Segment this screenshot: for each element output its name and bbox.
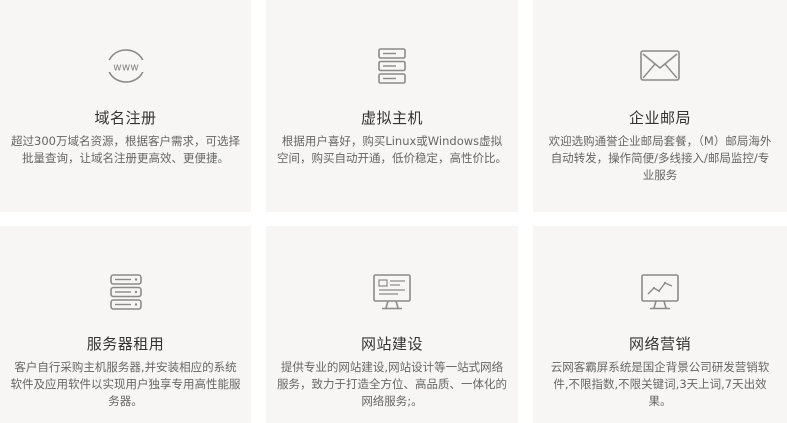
- service-title: 网络营销: [628, 335, 691, 353]
- service-title: 服务器租用: [86, 335, 165, 353]
- website-monitor-icon: [370, 272, 414, 312]
- service-card-website-building[interactable]: 网站建设 提供专业的网站建设,网站设计等一站式网络服务，致力于打造全方位、高品质…: [266, 226, 518, 423]
- service-title: 网站建设: [360, 335, 423, 353]
- service-description: 超过300万域名资源，根据客户需求，可选择批量查询，让域名注册更高效、更便捷。: [11, 134, 240, 165]
- service-description: 提供专业的网站建设,网站设计等一站式网络服务，致力于打造全方位、高品质、一体化的…: [277, 360, 507, 408]
- service-description: 云网客霸屏系统是国企背景公司研发营销软件,不限指数,不限关键词,3天上词,7天出…: [550, 360, 770, 408]
- svg-text:www: www: [113, 62, 139, 74]
- service-card-domain[interactable]: www 域名注册 超过300万域名资源，根据客户需求，可选择批量查询，让域名注册…: [0, 0, 251, 212]
- service-title: 企业邮局: [628, 109, 691, 127]
- service-card-server-rental[interactable]: 服务器租用 客户自行采购主机服务器,并安装相应的系统软件及应用软件以实现用户独享…: [0, 226, 251, 423]
- server-rack-icon: [104, 272, 148, 312]
- envelope-icon: [638, 46, 682, 86]
- service-description: 根据用户喜好，购买Linux或Windows虚拟空间，购买自动开通，低价稳定，高…: [277, 134, 507, 165]
- service-card-enterprise-mail[interactable]: 企业邮局 欢迎选购通誉企业邮局套餐，（M）邮局海外自动转发，操作简便/多线接入/…: [533, 0, 787, 212]
- chart-monitor-icon: [638, 272, 682, 312]
- service-title: 虚拟主机: [360, 109, 423, 127]
- www-globe-icon: www: [104, 46, 148, 86]
- service-description: 客户自行采购主机服务器,并安装相应的系统软件及应用软件以实现用户独享专用高性能服…: [10, 360, 241, 408]
- service-description: 欢迎选购通誉企业邮局套餐，（M）邮局海外自动转发，操作简便/多线接入/邮局监控/…: [548, 134, 772, 182]
- service-card-virtual-host[interactable]: 虚拟主机 根据用户喜好，购买Linux或Windows虚拟空间，购买自动开通，低…: [266, 0, 518, 212]
- service-title: 域名注册: [94, 109, 157, 127]
- server-stack-icon: [370, 46, 414, 86]
- service-card-network-marketing[interactable]: 网络营销 云网客霸屏系统是国企背景公司研发营销软件,不限指数,不限关键词,3天上…: [533, 226, 787, 423]
